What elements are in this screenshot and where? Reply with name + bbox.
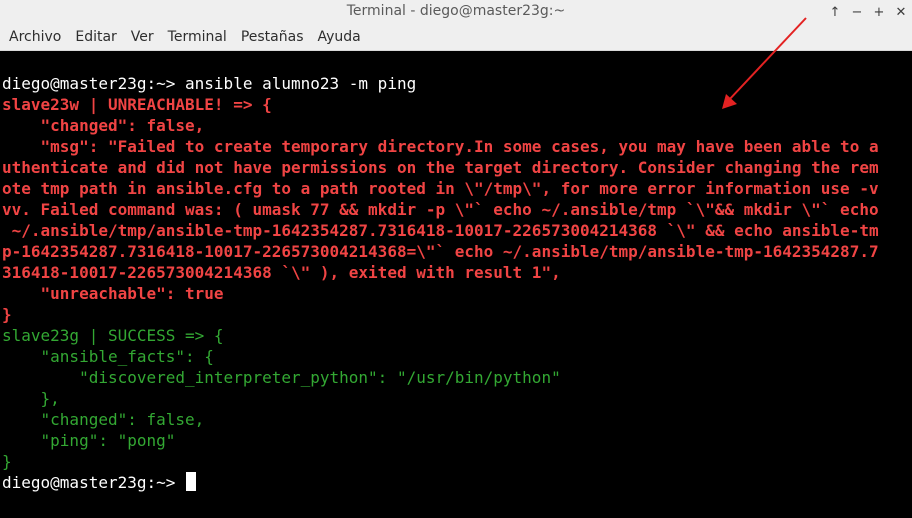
terminal-line: "changed": false, xyxy=(2,410,205,429)
close-button[interactable]: ✕ xyxy=(890,0,912,24)
title-bar: Terminal - diego@master23g:~ ↑ − + ✕ xyxy=(0,0,912,24)
menu-editar[interactable]: Editar xyxy=(68,24,123,51)
terminal-line: ~/.ansible/tmp/ansible-tmp-1642354287.73… xyxy=(2,221,879,240)
terminal-line: slave23w | UNREACHABLE! => { xyxy=(2,95,272,114)
terminal-line: diego@master23g:~> ansible alumno23 -m p… xyxy=(2,74,417,93)
prompt-line[interactable]: diego@master23g:~> xyxy=(2,472,879,493)
text-cursor xyxy=(186,472,197,491)
menu-terminal[interactable]: Terminal xyxy=(161,24,234,51)
terminal-line: "ping": "pong" xyxy=(2,431,176,450)
menu-ver[interactable]: Ver xyxy=(124,24,161,51)
keep-above-button[interactable]: ↑ xyxy=(824,0,846,24)
terminal-line: slave23g | SUCCESS => { xyxy=(2,326,224,345)
terminal-line: "ansible_facts": { xyxy=(2,347,214,366)
terminal-line: p-1642354287.7316418-10017-2265730042143… xyxy=(2,242,879,261)
minimize-button[interactable]: − xyxy=(846,0,868,24)
terminal-line: "msg": "Failed to create temporary direc… xyxy=(2,137,879,156)
terminal-line: 316418-10017-226573004214368 `\" ), exit… xyxy=(2,263,561,282)
terminal-line: uthenticate and did not have permissions… xyxy=(2,158,879,177)
terminal-lines: diego@master23g:~> ansible alumno23 -m p… xyxy=(2,73,879,493)
window-controls: ↑ − + ✕ xyxy=(824,0,912,24)
terminal-line: "changed": false, xyxy=(2,116,205,135)
terminal-line: } xyxy=(2,305,12,324)
menu-ayuda[interactable]: Ayuda xyxy=(311,24,368,51)
window-title: Terminal - diego@master23g:~ xyxy=(346,3,566,19)
menu-archivo[interactable]: Archivo xyxy=(2,24,68,51)
menu-pestanas[interactable]: Pestañas xyxy=(234,24,311,51)
maximize-button[interactable]: + xyxy=(868,0,890,24)
terminal-line: }, xyxy=(2,389,60,408)
terminal-line: "discovered_interpreter_python": "/usr/b… xyxy=(2,368,561,387)
terminal-line: vv. Failed command was: ( umask 77 && mk… xyxy=(2,200,879,219)
terminal-line: "unreachable": true xyxy=(2,284,224,303)
terminal-output[interactable]: diego@master23g:~> ansible alumno23 -m p… xyxy=(0,51,912,518)
terminal-line: ote tmp path in ansible.cfg to a path ro… xyxy=(2,179,879,198)
terminal-line: } xyxy=(2,452,12,471)
prompt-text: diego@master23g:~> xyxy=(2,473,186,492)
menu-bar: Archivo Editar Ver Terminal Pestañas Ayu… xyxy=(0,24,912,51)
